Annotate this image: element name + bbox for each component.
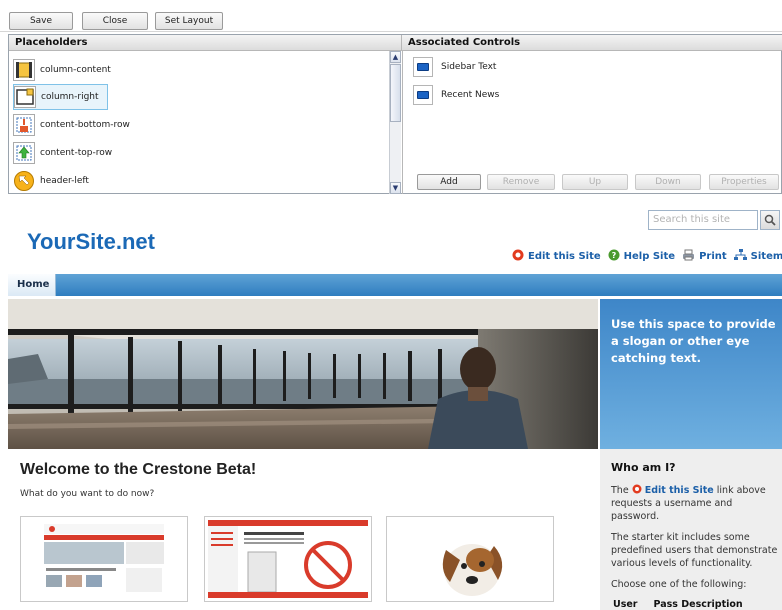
placeholders-header: Placeholders: [9, 35, 401, 51]
edit-site-icon: [632, 484, 642, 494]
placeholder-item-content-top-row[interactable]: content-top-row: [13, 140, 120, 166]
sidebar-paragraph-2: The starter kit includes some predefined…: [611, 532, 778, 569]
site-top-links: Edit this Site ? Help Site Print Sitemap: [512, 249, 782, 264]
control-icon: [413, 57, 433, 77]
col-description: Description: [681, 599, 743, 610]
header-left-icon: [13, 170, 35, 192]
content-bottom-row-icon: [13, 114, 35, 136]
control-label: Sidebar Text: [441, 62, 497, 72]
control-item-recent-news[interactable]: Recent News: [413, 84, 499, 106]
up-button[interactable]: Up: [562, 174, 628, 190]
properties-button[interactable]: Properties: [709, 174, 779, 190]
edit-site-link[interactable]: Edit this Site: [512, 249, 601, 264]
associated-controls-header: Associated Controls: [401, 35, 782, 51]
placeholder-item-content-bottom-row[interactable]: content-bottom-row: [13, 112, 138, 138]
column-content-icon: [13, 59, 35, 81]
control-item-sidebar-text[interactable]: Sidebar Text: [413, 56, 496, 78]
content-top-row-icon: [13, 142, 35, 164]
main-nav: Home: [8, 274, 782, 296]
column-right-icon: [14, 86, 36, 108]
control-label: Recent News: [441, 90, 500, 100]
close-button[interactable]: Close: [82, 12, 148, 30]
placeholder-item-header-left[interactable]: header-left: [13, 168, 97, 194]
placeholder-label: column-right: [41, 92, 99, 102]
welcome-heading: Welcome to the Crestone Beta!: [20, 461, 257, 478]
col-pass-description: Pass Description: [654, 599, 743, 610]
slogan-box: Use this space to provide a slogan or ot…: [600, 299, 782, 449]
col-user: User: [613, 599, 638, 610]
sitemap-label: Sitemap: [750, 251, 782, 262]
site-logo[interactable]: YourSite.net: [27, 229, 155, 255]
edit-site-label: Edit this Site: [528, 251, 601, 262]
nav-tab-home[interactable]: Home: [8, 274, 56, 296]
sidebar-who-am-i: Who am I? The Edit this Site link above …: [600, 449, 782, 610]
set-layout-button[interactable]: Set Layout: [155, 12, 223, 30]
placeholder-label: content-bottom-row: [40, 120, 130, 130]
thumbnail-site-1[interactable]: [20, 516, 188, 602]
svg-text:?: ?: [611, 251, 616, 260]
save-button[interactable]: Save: [9, 12, 73, 30]
help-site-label: Help Site: [623, 251, 676, 262]
sidebar-edit-site-link[interactable]: Edit this Site: [645, 485, 714, 496]
site-preview: YourSite.net Search this site Edit this …: [8, 196, 782, 610]
hero-image: [8, 299, 598, 449]
placeholder-item-column-right[interactable]: column-right: [13, 84, 108, 110]
search-input[interactable]: Search this site: [648, 210, 758, 230]
sidebar-title: Who am I?: [611, 461, 676, 474]
print-icon: [682, 249, 695, 264]
scroll-thumb[interactable]: [390, 64, 401, 122]
help-site-link[interactable]: ? Help Site: [608, 249, 675, 264]
layout-editor: Placeholders Associated Controls column-…: [8, 34, 782, 194]
scroll-up-icon[interactable]: ▲: [390, 51, 401, 63]
placeholders-list: column-content column-right content-bott…: [9, 51, 389, 194]
print-label: Print: [699, 251, 727, 262]
control-icon: [413, 85, 433, 105]
associated-controls-list: Sidebar Text Recent News: [402, 51, 782, 194]
placeholders-scrollbar[interactable]: ▲ ▼: [389, 51, 401, 194]
help-icon: ?: [608, 249, 620, 264]
users-table-header: User Pass Description: [611, 599, 782, 610]
what-to-do-text: What do you want to do now?: [20, 489, 155, 499]
print-link[interactable]: Print: [682, 249, 727, 264]
edit-site-icon: [512, 249, 524, 264]
sitemap-link[interactable]: Sitemap: [733, 249, 782, 264]
scroll-down-icon[interactable]: ▼: [390, 182, 401, 194]
placeholder-label: header-left: [40, 176, 89, 186]
sitemap-icon: [733, 249, 747, 264]
sidebar-paragraph-3: Choose one of the following:: [611, 579, 747, 590]
sidebar-paragraph-1: The Edit this Site link above requests a…: [611, 484, 782, 523]
editor-toolbar: Save Close Set Layout: [0, 0, 782, 32]
sidebar-p1-pre: The: [611, 485, 629, 496]
down-button[interactable]: Down: [635, 174, 701, 190]
thumbnail-dog[interactable]: [386, 516, 554, 602]
search-icon[interactable]: [760, 210, 780, 230]
remove-button[interactable]: Remove: [487, 174, 555, 190]
placeholder-label: content-top-row: [40, 148, 113, 158]
placeholder-label: column-content: [40, 65, 111, 75]
thumbnail-site-2[interactable]: [204, 516, 372, 602]
col-pass: Pass: [653, 599, 678, 610]
placeholder-item-column-content[interactable]: column-content: [13, 57, 119, 83]
add-button[interactable]: Add: [417, 174, 481, 190]
